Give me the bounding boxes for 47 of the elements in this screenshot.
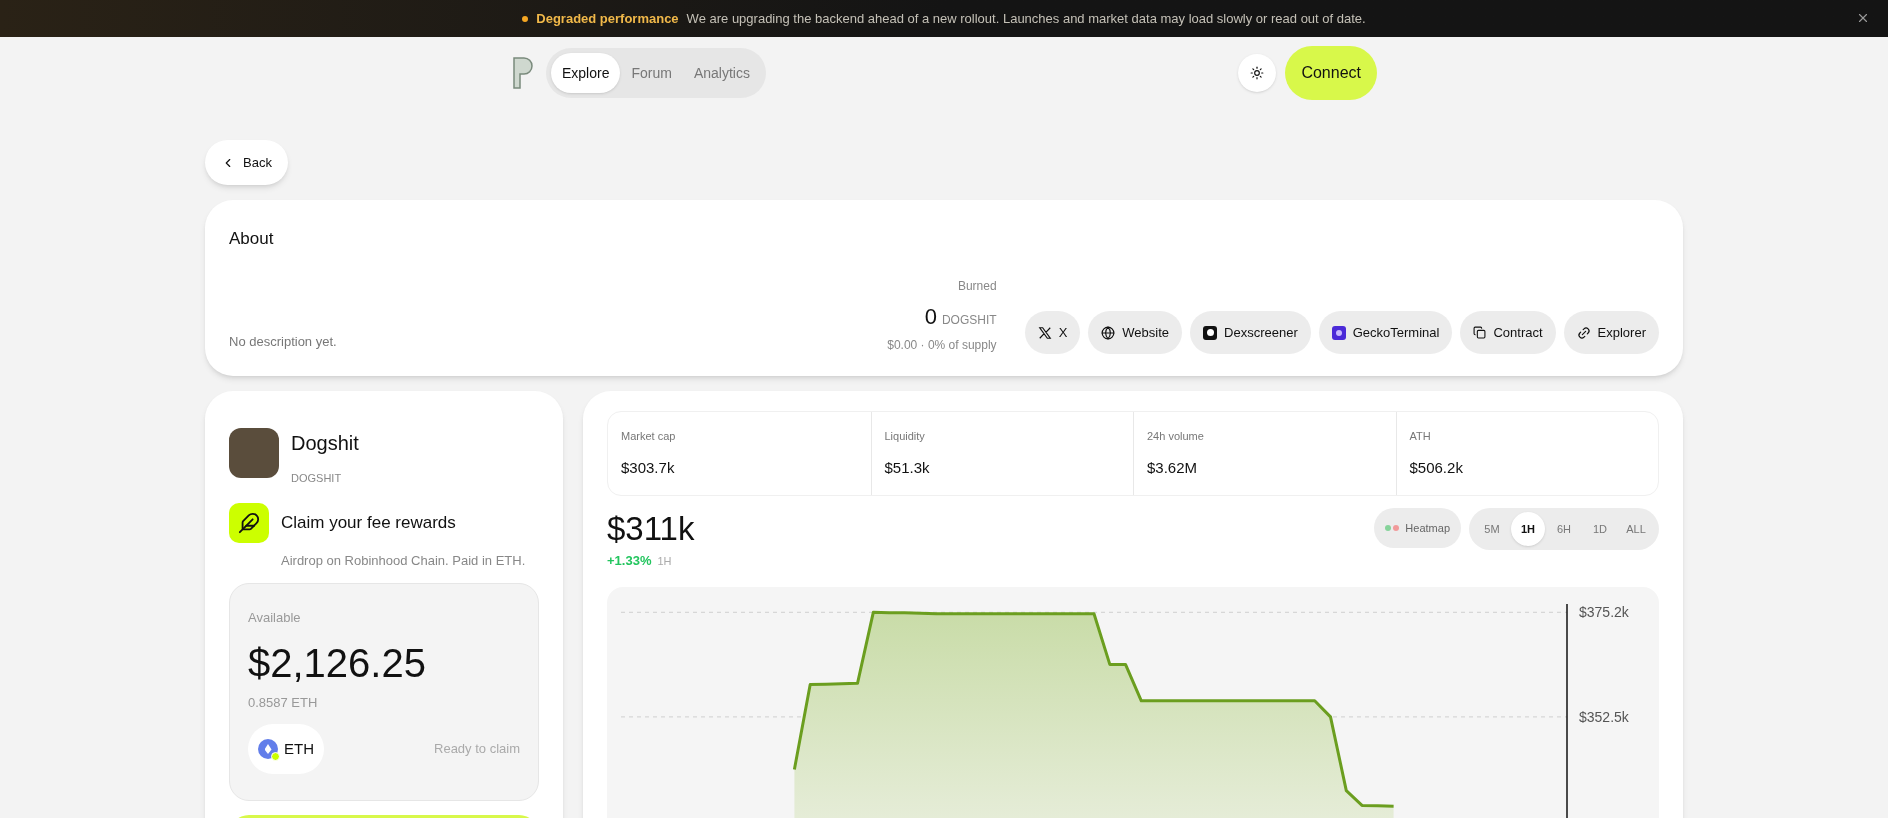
link-chip[interactable]: Website xyxy=(1088,311,1183,354)
timeframe-tab[interactable]: 5M xyxy=(1475,512,1509,546)
timeframe-tab[interactable]: 1D xyxy=(1583,512,1617,546)
link-chip[interactable]: Explorer xyxy=(1563,311,1659,354)
y-tick-label: $375.2k xyxy=(1579,604,1629,621)
stat-value: $3.62M xyxy=(1147,457,1199,478)
token-name: Dogshit xyxy=(291,431,359,456)
about-title: About xyxy=(229,228,275,250)
nav-tab[interactable]: Analytics xyxy=(682,53,761,93)
connect-button[interactable]: Connect xyxy=(1285,46,1377,100)
burned-label: Burned xyxy=(957,278,997,295)
timeframe-tab[interactable]: 6H xyxy=(1547,512,1581,546)
link-chip[interactable]: Contract xyxy=(1460,311,1556,354)
available-eth: 0.8587 ETH xyxy=(248,693,319,712)
banner-title: Degraded performance xyxy=(536,9,679,28)
claim-status: Ready to claim xyxy=(434,740,520,759)
stat-label: ATH xyxy=(1409,429,1432,444)
link-chip[interactable]: X xyxy=(1024,311,1081,354)
stat-label: Market cap xyxy=(621,429,677,444)
link-chip[interactable]: Dexscreener xyxy=(1190,311,1311,354)
price-change: +1.33% xyxy=(607,552,652,571)
stat-label: Liquidity xyxy=(884,429,926,444)
stat-value: $303.7k xyxy=(621,457,676,478)
stat-value: $51.3k xyxy=(884,457,931,478)
heatmap-button[interactable]: Heatmap xyxy=(1374,508,1461,548)
nav-tab[interactable]: Forum xyxy=(620,53,683,93)
burned-detail: $0.00 · 0% of supply xyxy=(887,337,997,354)
stat-label: 24h volume xyxy=(1147,429,1205,444)
rewards-title: Claim your fee rewards xyxy=(281,511,456,534)
back-button[interactable]: Back xyxy=(205,140,288,185)
y-tick-label: $352.5k xyxy=(1579,708,1629,725)
timeframe-tab[interactable]: ALL xyxy=(1619,512,1653,546)
link-chip[interactable]: GeckoTerminal xyxy=(1318,311,1453,354)
available-amount: $2,126.25 xyxy=(248,639,427,687)
timeframe-tab[interactable]: 1H xyxy=(1511,512,1545,546)
nav-tab[interactable]: Explore xyxy=(551,53,621,93)
available-label: Available xyxy=(248,609,302,627)
price-value: $311k xyxy=(607,509,695,549)
asset-chip: ETH xyxy=(248,724,324,774)
stat-value: $506.2k xyxy=(1409,457,1464,478)
burned-symbol: DOGSHIT xyxy=(941,312,997,329)
rewards-subtitle: Airdrop on Robinhood Chain. Paid in ETH. xyxy=(281,551,527,570)
banner-message: We are upgrading the backend ahead of a new rollout. Launches and market data may load slowly or read out of date. xyxy=(686,9,1366,28)
burned-amount: 0 xyxy=(924,303,937,331)
price-period: 1H xyxy=(657,554,672,570)
about-description: No description yet. xyxy=(229,332,337,351)
token-symbol: DOGSHIT xyxy=(291,471,343,486)
